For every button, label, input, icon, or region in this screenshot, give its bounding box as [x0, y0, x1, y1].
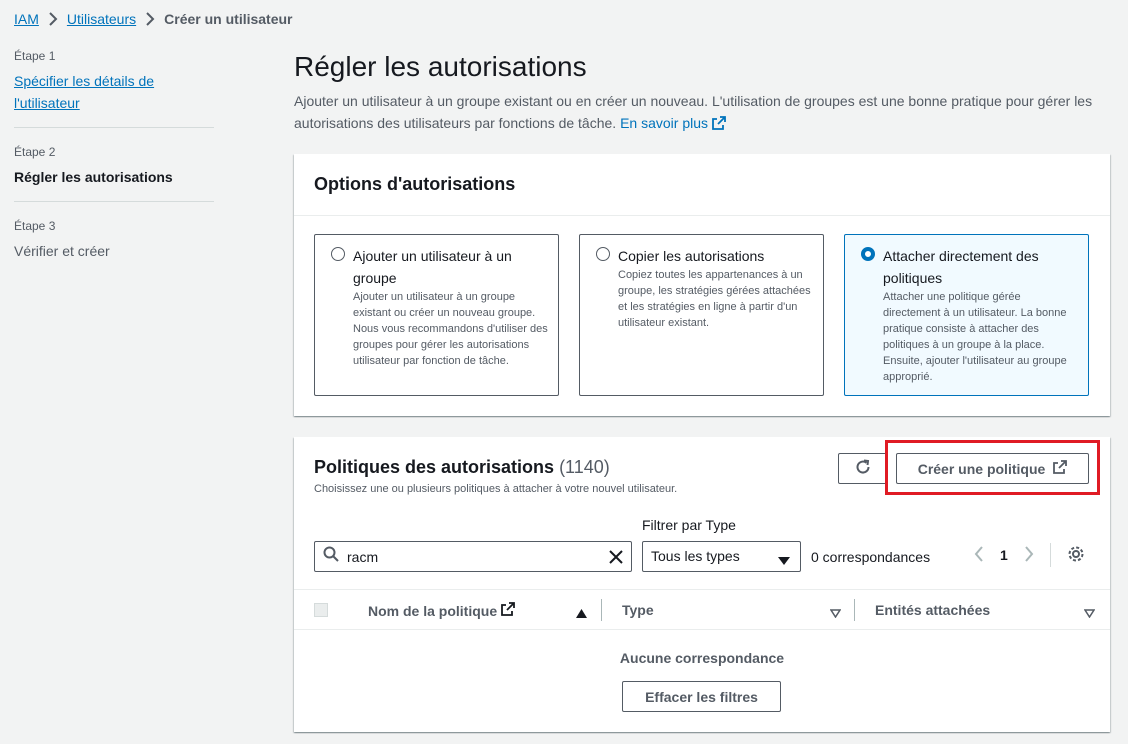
column-divider: [854, 599, 855, 621]
wizard-steps: Étape 1 Spécifier les détails de l'utili…: [14, 48, 214, 275]
page-title: Régler les autorisations: [294, 51, 587, 82]
refresh-button[interactable]: [838, 453, 888, 484]
radio-button-selected[interactable]: [861, 247, 875, 261]
step-number: Étape 2: [14, 145, 56, 159]
policies-count: (1140): [559, 457, 610, 477]
step-2-title: Régler les autorisations: [14, 169, 173, 185]
column-policy-name[interactable]: Nom de la politique: [368, 602, 516, 619]
chevron-right-icon[interactable]: [1024, 545, 1034, 565]
tile-attach-policies[interactable]: Attacher directement des politiques Atta…: [844, 234, 1089, 396]
search-input[interactable]: [347, 548, 597, 565]
step-3-title: Vérifier et créer: [14, 243, 110, 259]
breadcrumb-users[interactable]: Utilisateurs: [67, 11, 136, 27]
column-type[interactable]: Type: [622, 602, 654, 618]
policies-panel: Politiques des autorisations (1140) Choi…: [294, 437, 1110, 732]
tile-title: Attacher directement des politiques: [883, 248, 1039, 286]
page-description: Ajouter un utilisateur à un groupe exist…: [294, 90, 1110, 136]
table-header: Nom de la politique Type Entités attaché…: [294, 589, 1110, 630]
step-number: Étape 3: [14, 219, 56, 233]
sort-ascending-icon[interactable]: [576, 605, 587, 621]
type-filter-select[interactable]: Tous les types: [642, 541, 801, 572]
step-3: Étape 3 Vérifier et créer: [14, 201, 214, 275]
step-number: Étape 1: [14, 49, 56, 63]
matches-count: 0 correspondances: [811, 549, 931, 565]
sort-icon[interactable]: [829, 605, 842, 621]
chevron-right-icon: [39, 12, 67, 26]
radio-button[interactable]: [596, 247, 610, 261]
page-number[interactable]: 1: [1000, 547, 1008, 563]
clear-icon[interactable]: [607, 548, 625, 571]
refresh-icon: [855, 459, 871, 478]
search-icon: [323, 546, 339, 567]
column-divider: [601, 599, 602, 621]
chevron-left-icon[interactable]: [974, 545, 984, 565]
external-link-icon: [501, 602, 516, 619]
tile-description: Ajouter un utilisateur à un groupe exist…: [353, 291, 548, 367]
tile-title: Copier les autorisations: [618, 248, 765, 264]
breadcrumb: IAM Utilisateurs Créer un utilisateur: [14, 9, 293, 29]
empty-state-text: Aucune correspondance: [619, 650, 785, 666]
clear-filters-label: Effacer les filtres: [645, 688, 758, 705]
column-attached-entities[interactable]: Entités attachées: [875, 602, 990, 618]
select-all-checkbox[interactable]: [314, 603, 328, 617]
filter-type-label: Filtrer par Type: [642, 517, 736, 533]
chevron-right-icon: [136, 12, 164, 26]
policies-title: Politiques des autorisations (1140): [314, 457, 610, 478]
column-label: Entités attachées: [875, 602, 991, 618]
tile-copy-permissions[interactable]: Copier les autorisations Copiez toutes l…: [579, 234, 824, 396]
learn-more-label: En savoir plus: [620, 115, 709, 131]
breadcrumb-current: Créer un utilisateur: [164, 11, 293, 27]
step-1-link[interactable]: Spécifier les détails de l'utilisateur: [14, 70, 214, 114]
step-2: Étape 2 Régler les autorisations: [14, 127, 214, 201]
sort-icon[interactable]: [1083, 605, 1096, 621]
permission-options-panel: Options d'autorisations Ajouter un utili…: [294, 154, 1110, 416]
pagination: 1: [974, 543, 1085, 567]
pager-divider: [1049, 543, 1051, 567]
tile-description: Attacher une politique gérée directement…: [883, 291, 1067, 383]
clear-filters-button[interactable]: Effacer les filtres: [622, 681, 781, 712]
policies-title-text: Politiques des autorisations: [314, 457, 555, 477]
radio-button[interactable]: [331, 247, 345, 261]
tile-title: Ajouter un utilisateur à un groupe: [353, 248, 512, 286]
type-filter-value: Tous les types: [651, 548, 740, 564]
caret-down-icon: [778, 553, 790, 569]
learn-more-link[interactable]: En savoir plus: [620, 115, 726, 131]
external-link-icon: [712, 114, 726, 136]
highlight-box: [885, 440, 1100, 495]
step-1: Étape 1 Spécifier les détails de l'utili…: [14, 48, 214, 127]
search-box: [314, 541, 632, 572]
column-label: Nom de la politique: [368, 602, 498, 619]
column-label: Type: [622, 602, 654, 618]
settings-gear-icon[interactable]: [1067, 545, 1085, 566]
tile-description: Copiez toutes les appartenances à un gro…: [618, 269, 811, 329]
policies-description: Choisissez une ou plusieurs politiques à…: [314, 483, 678, 495]
panel-title: Options d'autorisations: [294, 154, 1110, 216]
breadcrumb-iam[interactable]: IAM: [14, 11, 39, 27]
tile-add-to-group[interactable]: Ajouter un utilisateur à un groupe Ajout…: [314, 234, 559, 396]
